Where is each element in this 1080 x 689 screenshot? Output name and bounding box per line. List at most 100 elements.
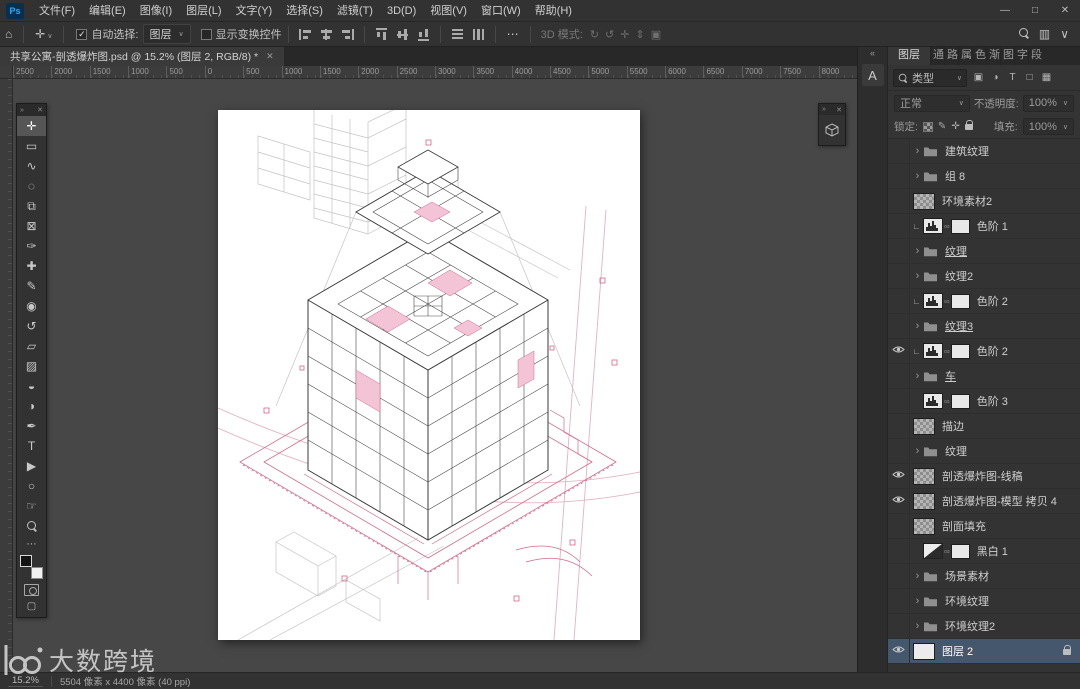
visibility-toggle[interactable] [888,414,910,438]
align-right-icon[interactable] [341,28,354,40]
layer-row[interactable]: ∟ ∞ 色阶 2 [888,289,1080,314]
layer-name[interactable]: 纹理3 [945,318,973,334]
panel-tab[interactable]: 渐变 [986,46,1000,65]
black-white-adjustment-icon[interactable] [923,543,943,559]
disclosure-arrow-icon[interactable]: › [912,595,923,607]
layer-thumbnail[interactable] [913,417,935,435]
menu-3d[interactable]: 3D(D) [380,5,423,17]
tool-healing[interactable]: ✚ [17,256,46,276]
tool-eyedropper[interactable]: ✑ [17,236,46,256]
tool-history-brush[interactable]: ↺ [17,316,46,336]
chevron-down-icon[interactable]: ∨ [1055,27,1074,41]
layer-name[interactable]: 场景素材 [945,568,989,584]
filter-image-icon[interactable]: ▣ [970,70,987,86]
layer-thumbnail[interactable] [913,642,935,660]
3d-mode-icon[interactable]: ▣ [648,29,664,41]
layer-name[interactable]: 纹理 [945,443,967,459]
ruler-corner[interactable] [0,66,13,79]
lock-pixels-icon[interactable]: ✎ [938,121,946,132]
layer-name[interactable]: 色阶 2 [977,343,1008,359]
tool-path-select[interactable]: ▶ [17,456,46,476]
canvas-area[interactable] [13,79,857,672]
layer-row[interactable]: 环境素材2 [888,189,1080,214]
layer-name[interactable]: 黑白 1 [977,543,1008,559]
visibility-toggle[interactable] [888,539,910,563]
layer-mask-thumbnail[interactable] [950,393,970,409]
disclosure-arrow-icon[interactable]: › [912,370,923,382]
distribute-vertical-icon[interactable] [451,28,464,40]
levels-adjustment-icon[interactable] [923,343,943,359]
disclosure-arrow-icon[interactable]: › [912,320,923,332]
tool-brush[interactable]: ✎ [17,276,46,296]
menu-image[interactable]: 图像(I) [133,5,179,17]
visibility-toggle[interactable] [888,514,910,538]
visibility-toggle[interactable] [888,314,910,338]
3d-mode-icon[interactable]: ↺ [602,29,617,41]
opacity-value-field[interactable]: 100% ∨ [1022,94,1074,112]
menu-layer[interactable]: 图层(L) [179,5,228,17]
layer-mask-thumbnail[interactable] [950,343,970,359]
panel-tab[interactable]: 属性 [958,46,972,65]
layer-row[interactable]: ∟ ∞ 色阶 1 [888,214,1080,239]
more-options-icon[interactable]: ⋯ [502,27,524,41]
visibility-toggle[interactable] [888,489,910,513]
layer-name[interactable]: 组 8 [945,168,965,184]
layer-row[interactable]: › 环境纹理2 [888,614,1080,639]
visibility-toggle[interactable] [888,464,910,488]
levels-adjustment-icon[interactable] [923,218,943,234]
menu-view[interactable]: 视图(V) [423,5,474,17]
tool-blur[interactable]: ◒ [17,376,46,396]
layer-name[interactable]: 图层 2 [942,643,973,659]
tool-shape[interactable]: ○ [17,476,46,496]
visibility-toggle[interactable] [888,264,910,288]
visibility-toggle[interactable] [888,239,910,263]
layer-thumbnail[interactable] [913,467,935,485]
layer-row[interactable]: 剖透爆炸图-模型 拷贝 4 [888,489,1080,514]
menu-select[interactable]: 选择(S) [279,5,330,17]
blend-mode-dropdown[interactable]: 正常 ∨ [894,94,970,112]
layer-name[interactable]: 剖面填充 [942,518,986,534]
layer-row[interactable]: ∞ 黑白 1 [888,539,1080,564]
disclosure-arrow-icon[interactable]: › [912,245,923,257]
layer-row[interactable]: ∞ 色阶 3 [888,389,1080,414]
screen-mode-icon[interactable]: ▢ [27,601,36,612]
visibility-toggle[interactable] [888,439,910,463]
collapsed-panel-icon[interactable] [819,115,845,145]
disclosure-arrow-icon[interactable]: › [912,570,923,582]
layer-thumbnail[interactable] [913,517,935,535]
layer-thumbnail[interactable] [913,192,935,210]
layer-row[interactable]: 剖透爆炸图-线稿 [888,464,1080,489]
tab-close-icon[interactable]: ✕ [266,51,274,62]
panel-tab[interactable]: 字符 [1014,46,1028,65]
workspace-switcher-icon[interactable]: ▥ [1034,27,1055,41]
visibility-toggle[interactable] [888,339,910,363]
menu-file[interactable]: 文件(F) [32,5,82,17]
layer-row[interactable]: › 纹理3 [888,314,1080,339]
menu-edit[interactable]: 编辑(E) [82,5,133,17]
menu-type[interactable]: 文字(Y) [229,5,280,17]
tool-quick-select[interactable]: ◌ [17,176,46,196]
layer-row[interactable]: 描边 [888,414,1080,439]
horizontal-ruler[interactable]: 2500 2000 1500 1000 500 0 500 1000 1500 2000 2500 3… [13,66,857,79]
layer-thumbnail[interactable] [913,492,935,510]
background-color-swatch[interactable] [31,567,43,579]
tool-marquee[interactable]: ▭ [17,136,46,156]
tool-gradient[interactable]: ▨ [17,356,46,376]
tool-hand[interactable]: ☞ [17,496,46,516]
visibility-toggle[interactable] [888,364,910,388]
align-left-icon[interactable] [298,28,312,40]
visibility-toggle[interactable] [888,164,910,188]
visibility-toggle[interactable] [888,639,910,663]
layer-name[interactable]: 环境素材2 [942,193,992,209]
lock-all-icon[interactable] [964,120,973,133]
layer-row[interactable]: › 环境纹理 [888,589,1080,614]
lock-transparency-icon[interactable] [922,121,933,132]
tab-layers[interactable]: 图层 [888,46,930,65]
3d-mode-icon[interactable]: ↻ [587,29,602,41]
layer-row[interactable]: › 建筑纹理 [888,139,1080,164]
foreground-color-swatch[interactable] [20,555,32,567]
disclosure-arrow-icon[interactable]: › [912,170,923,182]
panel-tab[interactable]: 色板 [972,46,986,65]
menu-help[interactable]: 帮助(H) [528,5,579,17]
layer-row[interactable]: 图层 2 [888,639,1080,664]
